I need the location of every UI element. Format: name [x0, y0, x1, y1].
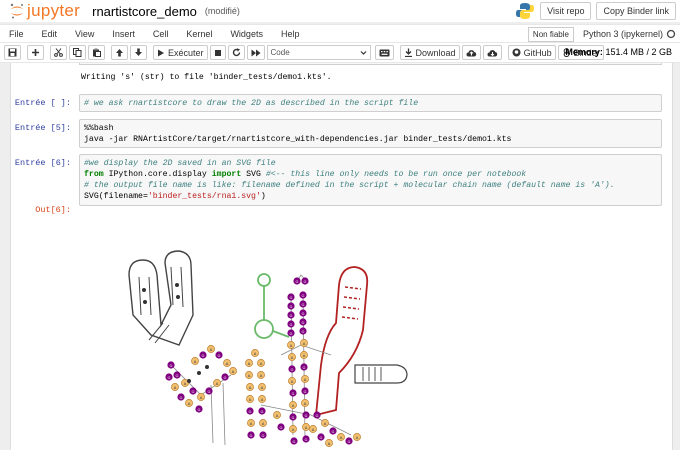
cloud-download-icon: [487, 49, 497, 56]
code-line: ): [260, 192, 266, 201]
github-button[interactable]: GitHub: [507, 45, 556, 60]
code-keyword: from: [84, 170, 104, 179]
chevron-down-icon: [360, 51, 366, 55]
command-palette-button[interactable]: [374, 45, 394, 60]
copy-button[interactable]: [69, 45, 86, 60]
cell-type-value: Code: [270, 48, 290, 57]
paste-icon: [93, 48, 101, 57]
nucleotide-loop-right: [272, 410, 362, 448]
kernel-status-icon: [666, 29, 676, 39]
menu-file[interactable]: File: [0, 29, 33, 39]
arrow-up-icon: [116, 49, 123, 57]
input-prompt: Entrée [6]:: [14, 158, 71, 168]
github-label: GitHub: [523, 47, 552, 58]
restart-icon: [232, 48, 240, 57]
jupyter-logo-icon: [10, 3, 23, 19]
jupyter-notebook-app: jupyter rnartistcore_demo (modifié) Visi…: [0, 0, 680, 450]
copy-icon: [73, 48, 82, 57]
menu-view[interactable]: View: [66, 29, 103, 39]
menu-cell[interactable]: Cell: [144, 29, 178, 39]
download-label: Download: [415, 47, 456, 58]
arrow-down-icon: [135, 48, 142, 56]
code-module: IPython.core.display: [103, 170, 212, 179]
code-line: java -jar RNArtistCore/target/rnartistco…: [84, 135, 512, 144]
insert-cell-button[interactable]: [27, 45, 44, 60]
code-string: 'binder_tests/rna1.svg': [147, 192, 261, 201]
code-input[interactable]: #we display the 2D saved in an SVG file …: [79, 154, 662, 206]
output-cell-writing: Writing 's' (str) to file 'binder_tests/…: [11, 63, 672, 87]
github-icon: [512, 48, 521, 57]
menu-kernel[interactable]: Kernel: [177, 29, 221, 39]
notebook-name[interactable]: rnartistcore_demo: [92, 4, 197, 19]
code-input[interactable]: %%bash java -jar RNArtistCore/target/rna…: [79, 119, 662, 148]
rna-secondary-structure-image: G A: [128, 250, 408, 448]
helix-red: [314, 266, 408, 417]
code-input[interactable]: # we ask rnartistcore to draw the 2D as …: [79, 94, 662, 112]
restart-button[interactable]: [227, 45, 245, 60]
python-logo-icon: [516, 3, 535, 19]
helix-outline-left: [128, 250, 194, 346]
memory-label: Memory:: [565, 47, 603, 57]
menu-insert[interactable]: Insert: [103, 29, 144, 39]
code-comment: #<-- this line only needs to be run once…: [265, 170, 527, 179]
download-button[interactable]: Download: [399, 45, 460, 60]
menu-edit[interactable]: Edit: [33, 29, 67, 39]
run-icon: [158, 49, 164, 56]
code-line: %%bash: [84, 124, 114, 133]
interrupt-button[interactable]: [209, 45, 226, 60]
stdout-text: Writing 's' (str) to file 'binder_tests/…: [81, 73, 332, 82]
move-up-button[interactable]: [111, 45, 128, 60]
cloud-upload-icon: [466, 49, 476, 56]
menu-widgets[interactable]: Widgets: [221, 29, 272, 39]
copy-binder-link-button[interactable]: Copy Binder link: [596, 2, 676, 20]
cut-icon: [54, 48, 63, 57]
code-line: SVG(filename=: [84, 192, 148, 201]
cloud-download-button[interactable]: [482, 45, 502, 60]
code-comment: # we ask rnartistcore to draw the 2D as …: [84, 99, 419, 108]
memory-value: 151.4 MB / 2 GB: [605, 47, 672, 57]
code-name: SVG: [241, 170, 266, 179]
kernel-name[interactable]: Python 3 (ipykernel): [579, 26, 666, 42]
trusted-indicator[interactable]: Non fiable: [527, 26, 574, 42]
keyboard-icon: [379, 49, 390, 56]
save-icon: [8, 48, 17, 57]
output-prompt: Out[6]:: [35, 205, 71, 215]
nucleotide-column-bottom-left: [244, 348, 268, 439]
nucleotide-loop-left: [165, 344, 238, 413]
paste-button[interactable]: [88, 45, 105, 60]
cloud-upload-button[interactable]: [461, 45, 481, 60]
previous-input-area[interactable]: [79, 63, 662, 65]
fast-forward-icon: [251, 49, 261, 56]
jupyter-logo[interactable]: jupyter: [10, 1, 80, 21]
code-comment: #we display the 2D saved in an SVG file: [84, 159, 276, 168]
code-cell-bash[interactable]: Entrée [5]: %%bash java -jar RNArtistCor…: [11, 119, 672, 148]
logo-text: jupyter: [27, 1, 81, 20]
run-label: Exécuter: [168, 47, 204, 58]
code-keyword: import: [211, 170, 242, 179]
notebook-container: Writing 's' (str) to file 'binder_tests/…: [10, 63, 673, 450]
cell-type-select[interactable]: Code: [266, 45, 371, 60]
input-prompt: Entrée [5]:: [14, 123, 71, 133]
run-button[interactable]: Exécuter: [153, 45, 208, 60]
code-cell-svg[interactable]: Entrée [6]: #we display the 2D saved in …: [11, 154, 672, 215]
menu-help[interactable]: Help: [272, 29, 309, 39]
save-button[interactable]: [4, 45, 21, 60]
input-prompt: Entrée [ ]:: [14, 98, 71, 108]
download-icon: [404, 48, 412, 57]
code-cell-comment[interactable]: Entrée [ ]: # we ask rnartistcore to dra…: [11, 94, 672, 112]
menubar: File Edit View Insert Cell Kernel Widget…: [0, 24, 680, 43]
plus-icon: [32, 49, 39, 56]
visit-repo-button[interactable]: Visit repo: [540, 2, 592, 20]
code-comment: # the output file name is like: filename…: [84, 181, 615, 190]
stop-icon: [214, 49, 221, 56]
cut-button[interactable]: [50, 45, 67, 60]
header: jupyter rnartistcore_demo (modifié) Visi…: [0, 0, 680, 22]
toolbar: Exécuter Code Download GitHub Binder Mem…: [0, 43, 680, 63]
restart-run-all-button[interactable]: [246, 45, 265, 60]
memory-usage: Memory: 151.4 MB / 2 GB: [565, 47, 672, 57]
save-status: (modifié): [204, 6, 240, 16]
helix-green: [254, 273, 290, 339]
move-down-button[interactable]: [130, 45, 147, 60]
